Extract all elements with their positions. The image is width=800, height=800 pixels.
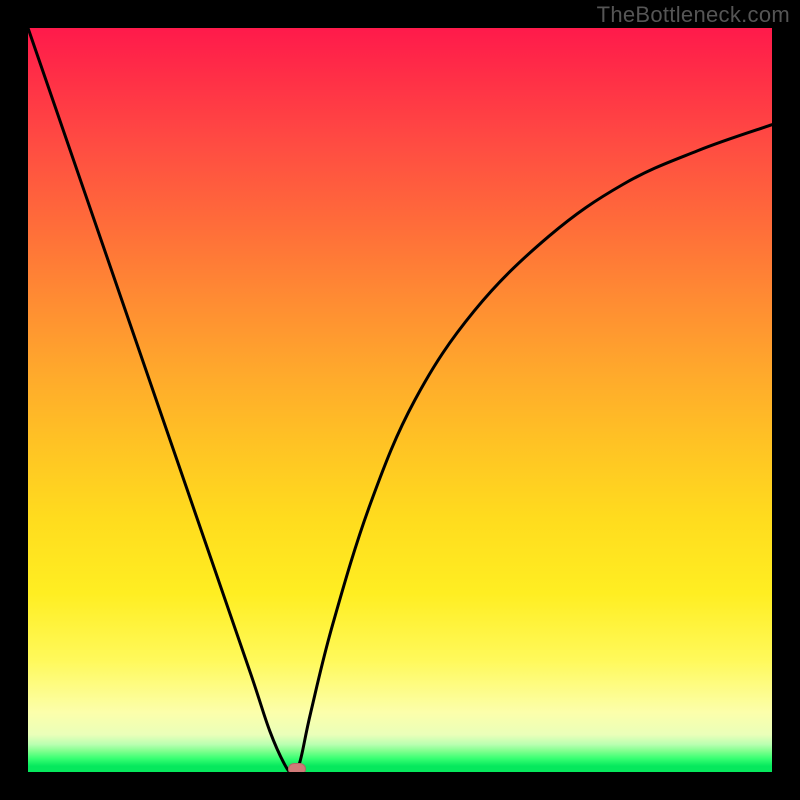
plot-area: [28, 28, 772, 772]
curve-svg: [28, 28, 772, 772]
watermark-text: TheBottleneck.com: [597, 2, 790, 28]
chart-container: TheBottleneck.com: [0, 0, 800, 800]
bottleneck-curve-path: [28, 28, 772, 772]
optimal-point-marker: [288, 763, 306, 772]
